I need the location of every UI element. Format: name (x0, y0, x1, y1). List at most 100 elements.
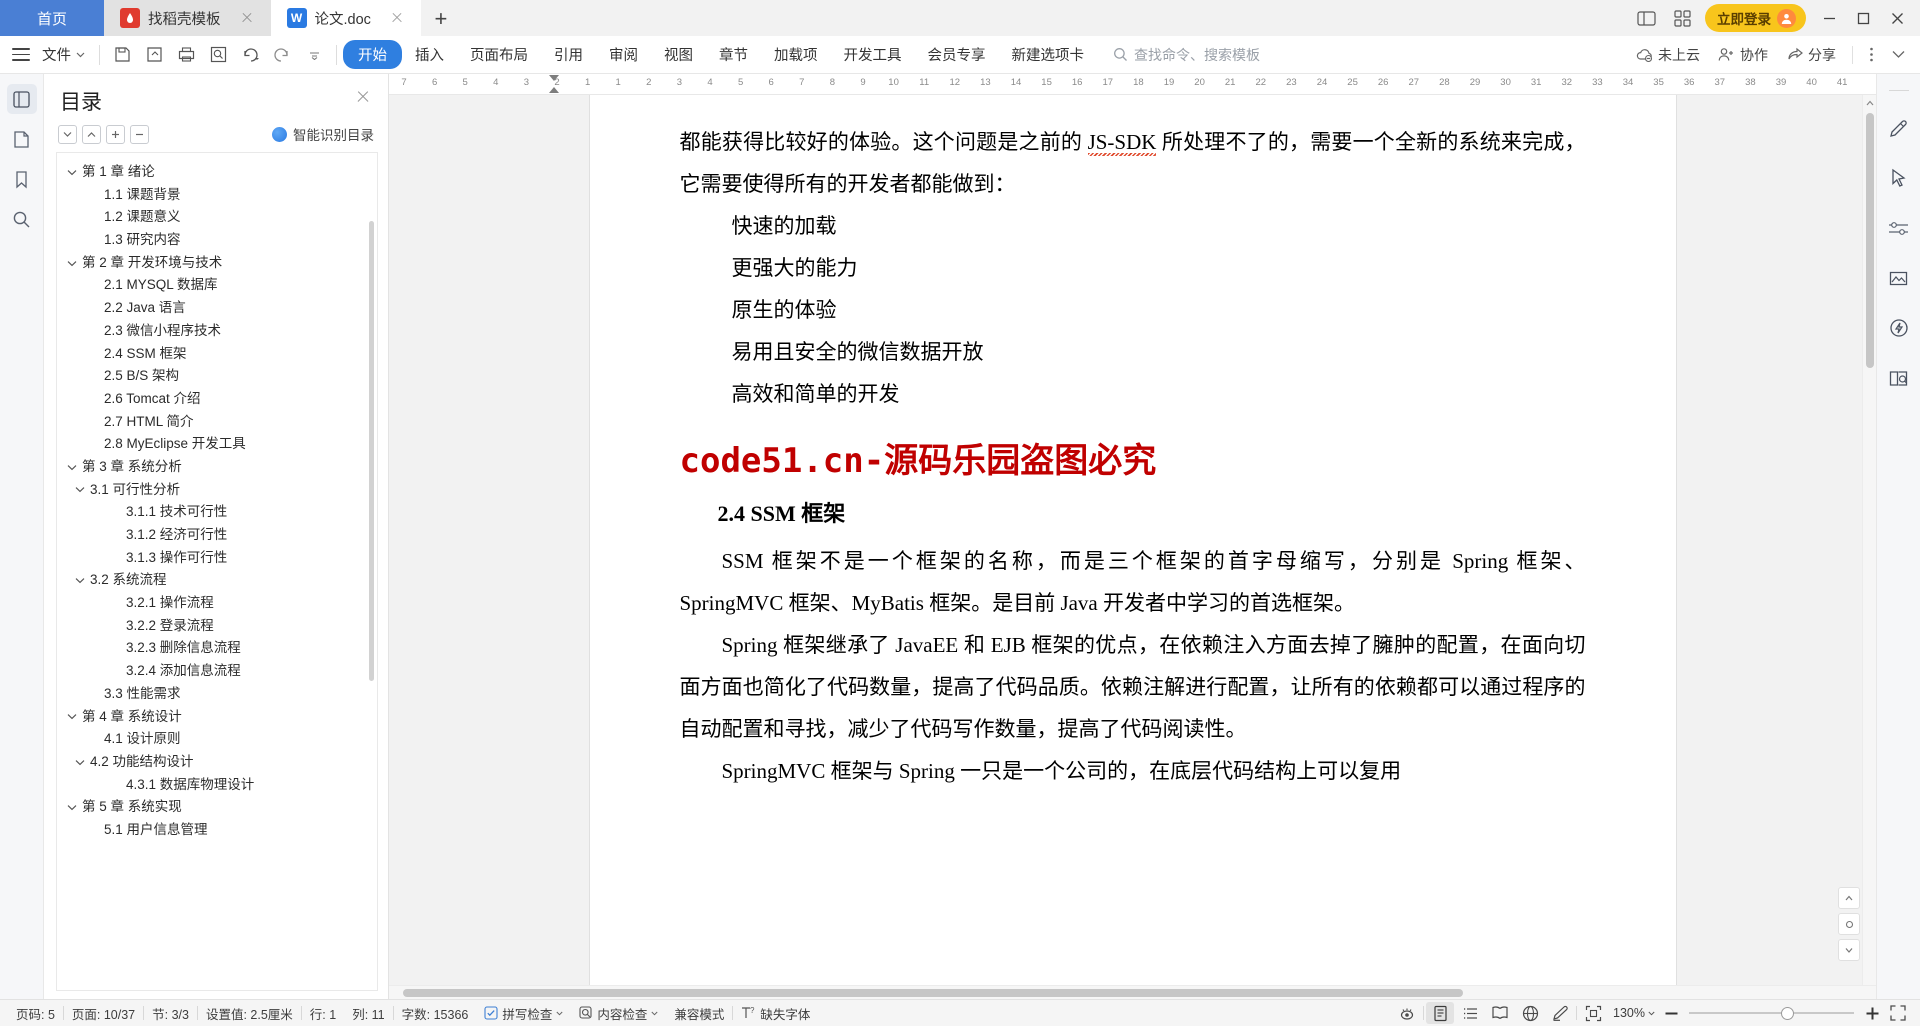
tab-document[interactable]: W 论文.doc (270, 0, 421, 36)
toc-item[interactable]: 2.1 MYSQL 数据库 (57, 274, 373, 297)
fit-page-icon[interactable] (1579, 1002, 1607, 1024)
toc-item[interactable]: 1.3 研究内容 (57, 229, 373, 252)
document-body[interactable]: 都能获得比较好的体验。这个问题是之前的 JS-SDK 所处理不了的，需要一个全新… (590, 95, 1676, 792)
ribbon-tab-section[interactable]: 章节 (706, 40, 761, 69)
smart-toc-button[interactable]: 智能识别目录 (272, 124, 374, 144)
prev-page-button[interactable] (1838, 887, 1860, 909)
chevron-down-icon[interactable] (73, 486, 87, 493)
toc-item[interactable]: 3.3 性能需求 (57, 683, 373, 706)
chevron-down-icon[interactable] (73, 577, 87, 584)
home-tab[interactable]: 首页 (0, 0, 104, 36)
expand-all-button[interactable] (58, 124, 77, 144)
toc-item[interactable]: 2.5 B/S 架构 (57, 365, 373, 388)
toc-item[interactable]: 3.2.2 登录流程 (57, 615, 373, 638)
close-icon[interactable] (239, 10, 255, 26)
toc-item[interactable]: 1.2 课题意义 (57, 206, 373, 229)
redo-icon[interactable] (269, 42, 295, 68)
grid-view-icon[interactable] (1665, 4, 1699, 32)
sidebar-toggle-icon[interactable] (1629, 4, 1663, 32)
ribbon-tab-review[interactable]: 审阅 (596, 40, 651, 69)
select-browse-object-button[interactable] (1838, 913, 1860, 935)
save-icon[interactable] (109, 42, 135, 68)
save-as-cloud-icon[interactable] (141, 42, 167, 68)
horizontal-ruler[interactable]: 7 6 5 4 3 2 1 1 2 3 4 5 6 7 8 9 10 11 12 13 14 15 16 17 18 19 20 21… (389, 74, 1876, 95)
zoom-out-button[interactable] (1661, 1012, 1681, 1015)
undo-icon[interactable] (237, 42, 263, 68)
toc-item[interactable]: 3.2.4 添加信息流程 (57, 660, 373, 683)
zoom-in-button[interactable] (1862, 1007, 1882, 1020)
tab-template[interactable]: 找稻壳模板 (104, 0, 271, 36)
chevron-down-icon[interactable] (65, 464, 79, 471)
read-search-icon[interactable] (1884, 363, 1914, 393)
toc-item[interactable]: 3.1.2 经济可行性 (57, 524, 373, 547)
first-line-indent-marker[interactable] (549, 75, 559, 81)
command-search[interactable]: 查找命令、搜索模板 (1113, 45, 1260, 65)
toc-item[interactable]: 2.8 MyEclipse 开发工具 (57, 433, 373, 456)
next-page-button[interactable] (1838, 939, 1860, 961)
collapse-ribbon-icon[interactable] (1885, 47, 1912, 62)
close-icon[interactable] (352, 86, 374, 108)
highlight-pen-icon[interactable] (1546, 1002, 1574, 1024)
cloud-status-button[interactable]: 未上云 (1629, 42, 1707, 68)
toc-item[interactable]: 第 3 章 系统分析 (57, 456, 373, 479)
chevron-down-icon[interactable] (65, 804, 79, 811)
document-page[interactable]: 都能获得比较好的体验。这个问题是之前的 JS-SDK 所处理不了的，需要一个全新… (589, 95, 1676, 985)
minimize-icon[interactable] (1812, 3, 1846, 33)
collaborate-button[interactable]: 协作 (1711, 42, 1775, 68)
toc-item[interactable]: 3.1.1 技术可行性 (57, 501, 373, 524)
toc-item[interactable]: 3.1.3 操作可行性 (57, 547, 373, 570)
fullscreen-icon[interactable] (1884, 1002, 1912, 1024)
more-options-icon[interactable] (1862, 43, 1881, 66)
eye-focus-icon[interactable] (1393, 1002, 1421, 1024)
reading-view-icon[interactable] (1486, 1002, 1514, 1024)
vertical-scrollbar[interactable] (1838, 95, 1876, 985)
print-preview-icon[interactable] (205, 42, 231, 68)
bookmark-panel-icon[interactable] (7, 164, 37, 194)
outline-view-icon[interactable] (1456, 1002, 1484, 1024)
share-button[interactable]: 分享 (1779, 42, 1843, 68)
ribbon-tab-view[interactable]: 视图 (651, 40, 706, 69)
toc-item[interactable]: 第 5 章 系统实现 (57, 796, 373, 819)
ribbon-tab-references[interactable]: 引用 (541, 40, 596, 69)
chevron-down-icon[interactable] (65, 169, 79, 176)
scroll-up-button[interactable] (1863, 95, 1876, 111)
horizontal-scrollbar[interactable] (389, 985, 1876, 999)
toc-item[interactable]: 2.2 Java 语言 (57, 297, 373, 320)
document-scroll-area[interactable]: 都能获得比较好的体验。这个问题是之前的 JS-SDK 所处理不了的，需要一个全新… (389, 95, 1876, 985)
toc-scrollbar-thumb[interactable] (369, 221, 374, 681)
toc-item[interactable]: 第 2 章 开发环境与技术 (57, 252, 373, 275)
toc-item[interactable]: 1.1 课题背景 (57, 184, 373, 207)
toc-item[interactable]: 第 4 章 系统设计 (57, 706, 373, 729)
ribbon-tab-new-tab[interactable]: 新建选项卡 (999, 40, 1098, 69)
toc-item[interactable]: 2.7 HTML 简介 (57, 411, 373, 434)
toc-item[interactable]: 5.1 用户信息管理 (57, 819, 373, 842)
menu-icon[interactable] (8, 42, 34, 68)
toc-item[interactable]: 2.6 Tomcat 介绍 (57, 388, 373, 411)
compat-mode-label[interactable]: 兼容模式 (666, 1004, 732, 1023)
zoom-level-button[interactable]: 130% (1609, 1006, 1659, 1020)
zoom-slider-knob[interactable] (1781, 1006, 1794, 1020)
toc-item[interactable]: 3.1 可行性分析 (57, 479, 373, 502)
toc-item[interactable]: 4.1 设计原则 (57, 728, 373, 751)
zoom-slider[interactable] (1689, 1006, 1854, 1020)
toc-item[interactable]: 4.2 功能结构设计 (57, 751, 373, 774)
toc-item[interactable]: 2.3 微信小程序技术 (57, 320, 373, 343)
close-window-icon[interactable] (1880, 3, 1914, 33)
document-panel-icon[interactable] (7, 124, 37, 154)
page-layout-view-icon[interactable] (1426, 1002, 1455, 1024)
toc-list[interactable]: 第 1 章 绪论 1.1 课题背景 1.2 课题意义 1.3 研究内容第 2 章 开发… (56, 152, 378, 991)
collapse-all-button[interactable] (82, 124, 101, 144)
ribbon-tab-page-layout[interactable]: 页面布局 (457, 40, 541, 69)
ribbon-tab-start[interactable]: 开始 (343, 40, 402, 69)
toc-item[interactable]: 4.3.1 数据库物理设计 (57, 774, 373, 797)
quick-action-icon[interactable] (1884, 313, 1914, 343)
new-tab-button[interactable]: + (421, 2, 461, 36)
ribbon-tab-insert[interactable]: 插入 (402, 40, 457, 69)
toc-item[interactable]: 3.2.3 删除信息流程 (57, 637, 373, 660)
toc-item[interactable]: 3.2 系统流程 (57, 569, 373, 592)
hanging-indent-marker[interactable] (549, 87, 559, 93)
horizontal-scrollbar-thumb[interactable] (403, 989, 1463, 997)
search-panel-icon[interactable] (7, 204, 37, 234)
print-icon[interactable] (173, 42, 199, 68)
toc-item[interactable]: 第 1 章 绪论 (57, 161, 373, 184)
